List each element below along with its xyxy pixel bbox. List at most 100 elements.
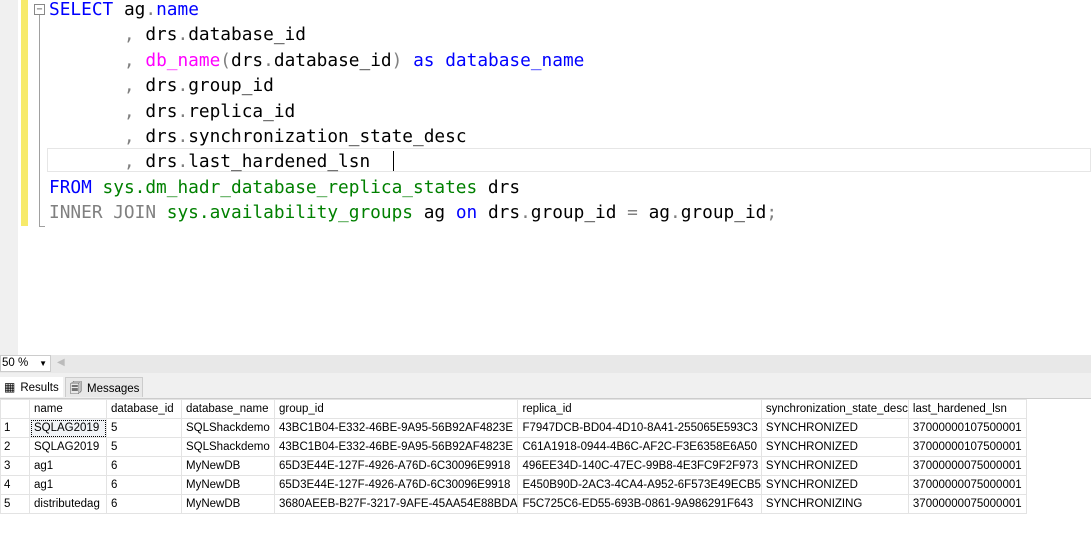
code-line[interactable]: , drs.group_id	[49, 73, 777, 98]
grid-cell[interactable]: SQLAG2019	[29, 437, 107, 457]
grid-cell[interactable]: SYNCHRONIZED	[760, 475, 909, 495]
grid-cell[interactable]: 3680AEEB-B27F-3217-9AFE-45AA54E88BDA	[273, 494, 519, 514]
row-number[interactable]: 1	[0, 418, 30, 438]
column-header-replica-id[interactable]: replica_id	[517, 399, 762, 419]
tab-messages[interactable]: 🗐 Messages	[65, 377, 143, 397]
code-line[interactable]: , drs.replica_id	[49, 99, 777, 124]
query-editor[interactable]: − SELECT ag.name, drs.database_id, db_na…	[0, 0, 1091, 355]
code-token: .	[520, 202, 531, 224]
code-token: name	[156, 0, 199, 20]
code-token: .	[177, 125, 189, 147]
grid-cell[interactable]: SYNCHRONIZED	[760, 437, 909, 457]
grid-cell[interactable]: F7947DCB-BD04-4D10-8A41-255065E593C3	[517, 418, 762, 438]
grid-cell[interactable]: ag1	[29, 456, 107, 476]
code-line[interactable]: , drs.last_hardened_lsn	[49, 149, 777, 174]
editor-status-bar: 50 % ▼ ◀	[0, 355, 1091, 373]
collapse-icon[interactable]: −	[34, 4, 45, 15]
code-token: .	[177, 75, 189, 97]
code-token: drs	[134, 24, 178, 46]
grid-cell[interactable]: SQLShackdemo	[181, 437, 275, 457]
grid-cell[interactable]: SQLShackdemo	[181, 418, 275, 438]
code-token: ,	[123, 24, 135, 46]
code-line[interactable]: , drs.synchronization_state_desc	[49, 124, 777, 149]
grid-cell[interactable]: 65D3E44E-127F-4926-A76D-6C30096E9918	[273, 456, 519, 476]
column-header-synchronization-state-desc[interactable]: synchronization_state_desc	[760, 399, 909, 419]
grid-cell[interactable]: distributedag	[29, 494, 107, 514]
code-token: drs	[134, 100, 178, 122]
code-token: .	[670, 202, 681, 224]
grid-icon: ▦	[4, 380, 16, 394]
grid-cell[interactable]: 37000000075000001	[907, 494, 1027, 514]
code-token: ;	[766, 202, 778, 224]
code-token: .	[263, 49, 274, 71]
column-header-database-name[interactable]: database_name	[181, 399, 275, 419]
column-header-group-id[interactable]: group_id	[273, 399, 519, 419]
grid-cell[interactable]: 37000000075000001	[907, 475, 1027, 495]
code-token: ,	[123, 49, 135, 71]
grid-cell[interactable]: 37000000107500001	[907, 418, 1027, 438]
grid-cell[interactable]: MyNewDB	[181, 475, 275, 495]
code-token: database_id	[273, 49, 392, 71]
code-line[interactable]: FROM sys.dm_hadr_database_replica_states…	[49, 175, 777, 200]
grid-cell[interactable]: F5C725C6-ED55-693B-0861-9A986291F643	[517, 494, 762, 514]
grid-cell[interactable]: 6	[106, 494, 182, 514]
grid-cell[interactable]: 37000000107500001	[907, 437, 1027, 457]
code-token: replica_id	[188, 100, 296, 122]
table-row[interactable]: 1 SQLAG2019 5 SQLShackdemo 43BC1B04-E332-46B…	[0, 418, 1027, 438]
code-line[interactable]: , drs.database_id	[49, 22, 777, 47]
row-number[interactable]: 5	[0, 494, 30, 514]
sql-code[interactable]: SELECT ag.name, drs.database_id, db_name…	[49, 0, 777, 226]
code-token: ,	[123, 75, 135, 97]
table-row[interactable]: 4 ag1 6 MyNewDB 65D3E44E-127F-4926-A76D-6C30…	[0, 475, 1027, 495]
code-token: ,	[123, 125, 135, 147]
code-token: drs	[477, 202, 521, 224]
grid-cell[interactable]: E450B90D-2AC3-4CA4-A952-6F573E49ECB5	[517, 475, 762, 495]
grid-cell[interactable]: SQLAG2019	[29, 418, 107, 438]
zoom-dropdown[interactable]: 50 % ▼	[0, 355, 51, 372]
grid-cell[interactable]: C61A1918-0944-4B6C-AF2C-F3E6358E6A50	[517, 437, 762, 457]
grid-cell[interactable]: 5	[106, 437, 182, 457]
scroll-left-icon[interactable]: ◀	[57, 357, 65, 368]
grid-cell[interactable]: 6	[106, 475, 182, 495]
grid-cell[interactable]: 37000000075000001	[907, 456, 1027, 476]
table-row[interactable]: 3 ag1 6 MyNewDB 65D3E44E-127F-4926-A76D-6C30…	[0, 456, 1027, 476]
table-row[interactable]: 2 SQLAG2019 5 SQLShackdemo 43BC1B04-E332-46B…	[0, 437, 1027, 457]
code-token: )	[391, 49, 403, 71]
code-token: .	[177, 24, 189, 46]
code-token: .	[177, 151, 189, 173]
code-token: on	[455, 202, 478, 224]
row-number-header[interactable]	[0, 399, 30, 419]
tab-results[interactable]: ▦ Results	[0, 377, 63, 397]
code-token: drs	[477, 176, 521, 198]
chevron-down-icon[interactable]: ▼	[39, 356, 47, 371]
grid-cell[interactable]: SYNCHRONIZED	[760, 418, 909, 438]
code-line[interactable]: INNER JOIN sys.availability_groups ag on…	[49, 200, 777, 225]
grid-cell[interactable]: 65D3E44E-127F-4926-A76D-6C30096E9918	[273, 475, 519, 495]
grid-cell[interactable]: SYNCHRONIZING	[760, 494, 909, 514]
column-header-name[interactable]: name	[29, 399, 107, 419]
grid-cell[interactable]: MyNewDB	[181, 494, 275, 514]
grid-cell[interactable]: 5	[106, 418, 182, 438]
editor-gutter	[0, 0, 18, 355]
code-token: ag	[113, 0, 146, 20]
column-header-database-id[interactable]: database_id	[106, 399, 182, 419]
grid-cell[interactable]: MyNewDB	[181, 456, 275, 476]
code-line[interactable]: , db_name(drs.database_id) as database_n…	[49, 48, 777, 73]
row-number[interactable]: 3	[0, 456, 30, 476]
grid-cell[interactable]: SYNCHRONIZED	[760, 456, 909, 476]
row-number[interactable]: 4	[0, 475, 30, 495]
grid-cell[interactable]: 496EE34D-140C-47EC-99B8-4E3FC9F2F973	[517, 456, 762, 476]
column-header-last-hardened-lsn[interactable]: last_hardened_lsn	[907, 399, 1027, 419]
table-row[interactable]: 5 distributedag 6 MyNewDB 3680AEEB-B27F-3217…	[0, 494, 1027, 514]
grid-cell[interactable]: 6	[106, 456, 182, 476]
fold-guide-end	[39, 226, 45, 227]
grid-cell[interactable]: ag1	[29, 475, 107, 495]
grid-cell[interactable]: 43BC1B04-E332-46BE-9A95-56B92AF4823E	[273, 418, 519, 438]
text-caret	[393, 151, 394, 171]
code-line[interactable]: SELECT ag.name	[49, 0, 777, 22]
grid-cell[interactable]: 43BC1B04-E332-46BE-9A95-56B92AF4823E	[273, 437, 519, 457]
row-number[interactable]: 2	[0, 437, 30, 457]
code-token: group_id	[188, 75, 274, 97]
results-grid[interactable]: name database_id database_name group_id repl…	[0, 399, 1027, 514]
